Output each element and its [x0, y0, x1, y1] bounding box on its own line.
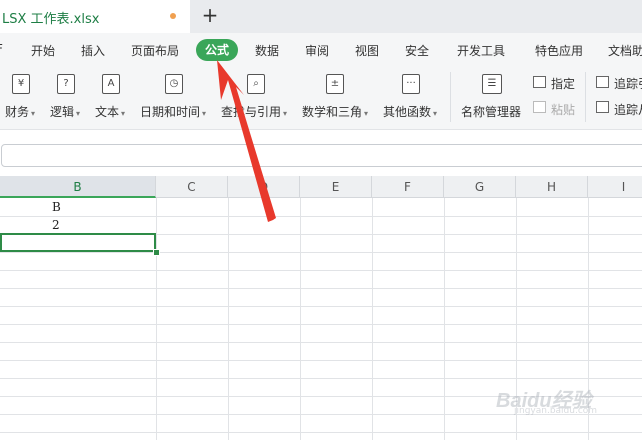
- math-button[interactable]: 数学和三角 ▾: [302, 103, 368, 120]
- grid-line: [0, 306, 642, 307]
- tab-page-layout[interactable]: 页面布局: [131, 42, 179, 59]
- trace-dependents-icon: [596, 101, 609, 113]
- lookup-button[interactable]: 查找与引用 ▾: [221, 103, 287, 120]
- datetime-label: 日期和时间: [140, 105, 201, 119]
- tab-partial[interactable]: F: [0, 42, 3, 56]
- text-button[interactable]: 文本 ▾: [95, 103, 125, 120]
- chevron-down-icon: ▾: [202, 109, 207, 118]
- cell-B1[interactable]: B: [52, 200, 61, 214]
- name-manager-icon: ☰: [482, 74, 502, 94]
- datetime-icon: ◷: [165, 74, 183, 94]
- other-functions-icon: ···: [402, 74, 420, 94]
- cell-B2[interactable]: 2: [52, 218, 60, 232]
- grid-line: [0, 270, 642, 271]
- new-tab-button[interactable]: +: [198, 4, 222, 28]
- tab-review[interactable]: 审阅: [305, 42, 329, 59]
- selected-cell[interactable]: [0, 233, 156, 252]
- chevron-down-icon: ▾: [433, 109, 438, 118]
- lookup-icon: ⌕: [247, 74, 265, 94]
- math-label: 数学和三角: [302, 105, 363, 119]
- grid-line: [0, 216, 642, 217]
- file-tab-label: LSX 工作表.xlsx: [2, 12, 100, 27]
- chevron-down-icon: ▾: [364, 109, 369, 118]
- tab-view[interactable]: 视图: [355, 42, 379, 59]
- formula-input[interactable]: [1, 144, 642, 167]
- paste-button[interactable]: 粘贴: [551, 101, 575, 118]
- lookup-label: 查找与引用: [221, 105, 282, 119]
- logic-icon: ?: [57, 74, 75, 94]
- tab-doc-assistant[interactable]: 文档助: [608, 42, 642, 59]
- unsaved-dot-icon: [170, 13, 176, 19]
- ribbon-divider: [585, 72, 586, 122]
- specify-icon: [533, 76, 546, 88]
- tab-security[interactable]: 安全: [405, 42, 429, 59]
- datetime-button[interactable]: 日期和时间 ▾: [140, 103, 206, 120]
- grid-line: [0, 360, 642, 361]
- grid-line: [0, 288, 642, 289]
- grid-line: [0, 324, 642, 325]
- tab-formula[interactable]: 公式: [196, 39, 238, 61]
- other-functions-button[interactable]: 其他函数 ▾: [383, 103, 437, 120]
- chevron-down-icon: ▾: [76, 109, 81, 118]
- trace-precedents-icon: [596, 76, 609, 88]
- tab-insert[interactable]: 插入: [81, 42, 105, 59]
- fill-handle[interactable]: [153, 249, 160, 256]
- tab-special[interactable]: 特色应用: [535, 42, 583, 59]
- grid-line: [0, 432, 642, 433]
- trace-precedents-button[interactable]: 追踪引: [614, 75, 642, 92]
- watermark-sub: jingyan.baidu.com: [514, 406, 598, 416]
- chevron-down-icon: ▾: [121, 109, 126, 118]
- ribbon-divider: [450, 72, 451, 122]
- paste-icon: [533, 101, 546, 113]
- math-icon: ±: [326, 74, 344, 94]
- other-functions-label: 其他函数: [383, 105, 432, 119]
- tab-data[interactable]: 数据: [255, 42, 279, 59]
- tab-home[interactable]: 开始: [31, 42, 55, 59]
- text-label: 文本: [95, 105, 120, 119]
- finance-icon: ¥: [12, 74, 30, 94]
- menu-bar: F 开始 插入 页面布局 数据 审阅 视图 安全 开发工具 特色应用 文档助: [0, 33, 642, 67]
- logic-button[interactable]: 逻辑 ▾: [50, 103, 80, 120]
- grid-line: [0, 342, 642, 343]
- specify-button[interactable]: 指定: [551, 75, 575, 92]
- chevron-down-icon: ▾: [31, 109, 36, 118]
- baidu-watermark-logo: Baidu经验 jingyan.baidu.com: [492, 370, 612, 420]
- tab-developer[interactable]: 开发工具: [457, 42, 505, 59]
- text-icon: A: [102, 74, 120, 94]
- chevron-down-icon: ▾: [283, 109, 288, 118]
- name-manager-button[interactable]: 名称管理器: [461, 103, 521, 120]
- grid-line: [0, 252, 642, 253]
- file-tab[interactable]: LSX 工作表.xlsx: [0, 0, 190, 33]
- logic-label: 逻辑: [50, 105, 75, 119]
- finance-label: 财务: [5, 105, 30, 119]
- finance-button[interactable]: 财务 ▾: [5, 103, 35, 120]
- trace-dependents-button[interactable]: 追踪从: [614, 101, 642, 118]
